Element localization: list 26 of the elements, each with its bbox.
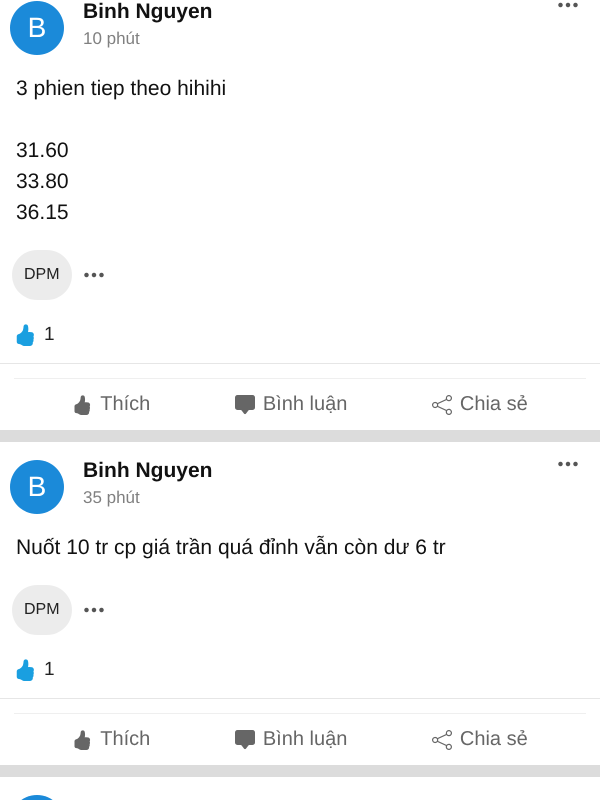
like-reaction-icon <box>14 659 36 681</box>
avatar[interactable]: B <box>10 1 64 55</box>
like-count: 1 <box>44 324 55 346</box>
thumbs-up-icon <box>72 394 92 414</box>
post-text: 3 phien tiep theo hihihi 31.60 33.80 36.15 <box>16 76 228 226</box>
like-count: 1 <box>44 659 55 681</box>
author-name[interactable]: Binh Nguyen <box>83 0 212 27</box>
like-reaction-icon <box>14 324 36 346</box>
action-button[interactable]: Thích <box>72 728 150 751</box>
avatar[interactable]: B <box>10 460 64 514</box>
author-name[interactable]: Binh Nguyen <box>83 456 212 486</box>
action-button[interactable]: Thích <box>72 393 150 416</box>
post-time: 35 phút <box>83 487 141 509</box>
post-text: Nuốt 10 tr cp giá trần quá đỉnh vẫn còn dư 6 tr <box>16 534 447 561</box>
stock-tag[interactable]: DPM <box>12 250 72 300</box>
action-button[interactable]: Bình luận <box>234 728 348 751</box>
share-icon <box>432 394 452 414</box>
chat-bubble-icon <box>234 730 255 750</box>
share-icon <box>432 730 452 750</box>
action-button[interactable]: Chia sẻ <box>432 728 528 751</box>
post-time: 10 phút <box>83 28 141 50</box>
thumbs-up-icon <box>72 730 92 750</box>
chat-bubble-icon <box>234 394 255 414</box>
stock-tag[interactable]: DPM <box>12 585 72 635</box>
action-button[interactable]: Chia sẻ <box>432 393 528 416</box>
action-button[interactable]: Bình luận <box>234 393 348 416</box>
